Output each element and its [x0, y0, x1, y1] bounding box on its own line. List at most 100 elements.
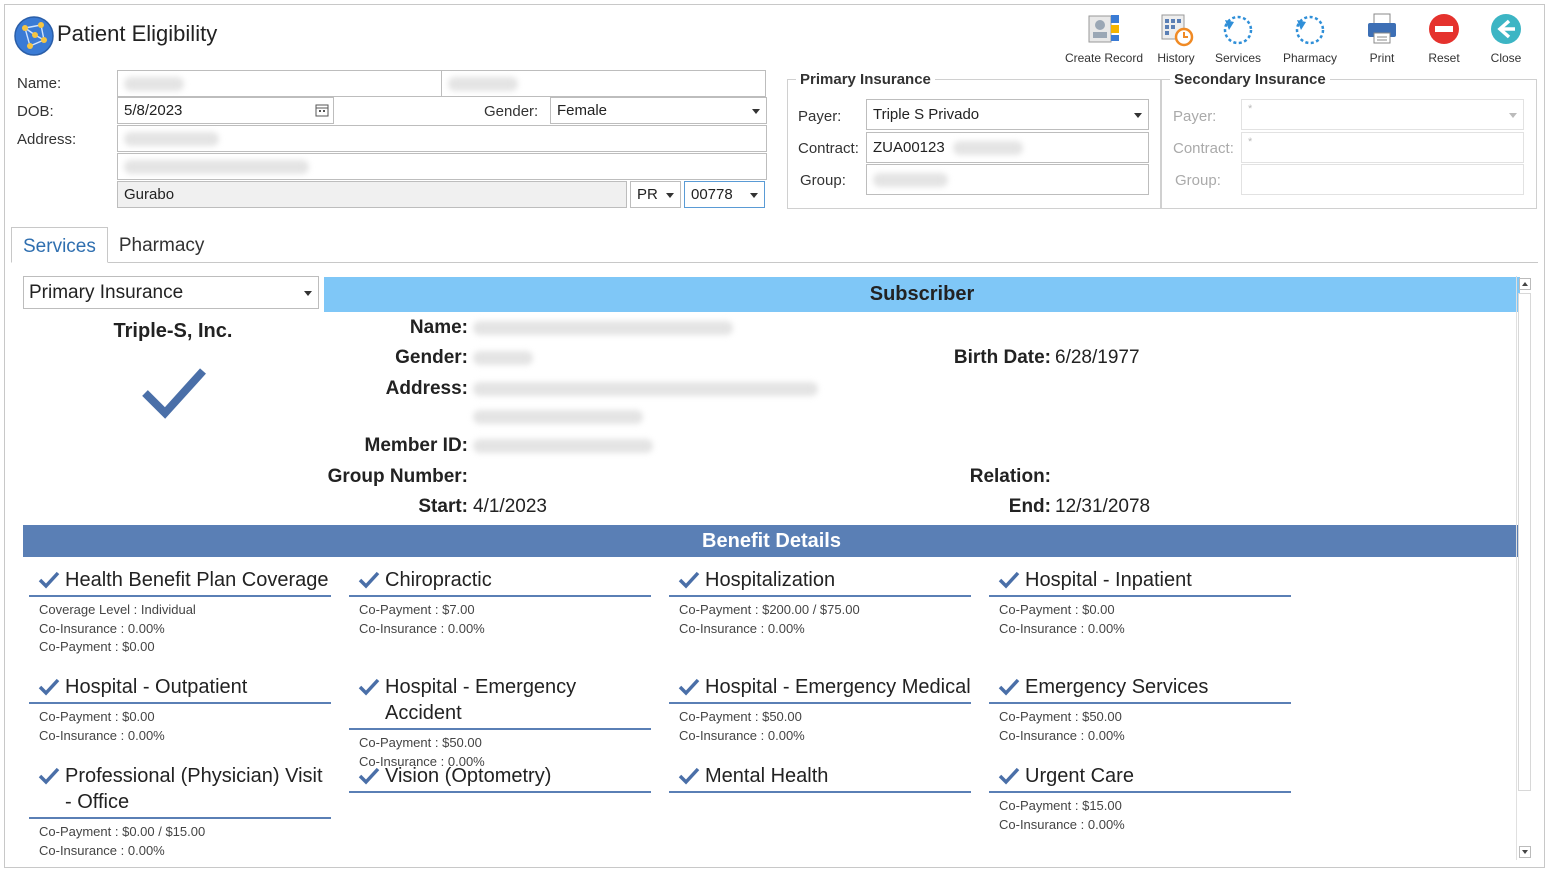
- history-button[interactable]: History: [1146, 9, 1206, 65]
- secondary-contract-field[interactable]: *: [1241, 132, 1524, 163]
- benefit-detail-line: Co-Insurance : 0.00%: [999, 727, 1125, 743]
- benefit-card: Hospital - Emergency Accident Co-Payment …: [349, 674, 651, 771]
- close-button[interactable]: Close: [1476, 9, 1536, 65]
- check-icon: [38, 678, 60, 696]
- secondary-group-field[interactable]: [1241, 164, 1524, 195]
- print-label: Print: [1369, 51, 1395, 65]
- benefit-card: Mental Health: [669, 763, 971, 797]
- benefit-detail-line: Co-Payment : $15.00: [999, 798, 1122, 813]
- secondary-contract-label: Contract:: [1173, 140, 1234, 157]
- eligible-check-icon: [142, 368, 206, 419]
- scrollbar-thumb[interactable]: [1518, 293, 1531, 791]
- benefit-details: Co-Payment : $7.00 Co-Insurance : 0.00%: [349, 601, 651, 638]
- benefit-card: Hospital - Emergency Medical Co-Payment :…: [669, 674, 971, 745]
- primary-contract-field[interactable]: ZUA00123: [866, 132, 1149, 163]
- city-value: Gurabo: [124, 186, 175, 203]
- primary-insurance-legend: Primary Insurance: [800, 71, 931, 88]
- primary-group-field[interactable]: [866, 164, 1149, 195]
- benefit-title-text: Mental Health: [705, 765, 829, 787]
- benefit-title-text: Hospitalization: [705, 569, 836, 591]
- check-icon: [38, 571, 60, 589]
- check-icon: [678, 571, 700, 589]
- birth-date-value: 6/28/1977: [1055, 347, 1140, 368]
- gender-select[interactable]: Female: [550, 97, 767, 124]
- benefit-title: Hospital - Emergency Accident: [349, 674, 651, 730]
- refresh-icon: [1223, 15, 1253, 45]
- scroll-up-icon[interactable]: [1519, 278, 1531, 290]
- benefit-details: Co-Payment : $50.00 Co-Insurance : 0.00%: [989, 708, 1291, 745]
- subscriber-gender-value: [473, 347, 533, 369]
- back-arrow-icon: [1491, 14, 1521, 44]
- subscriber-gender-label: Gender:: [395, 347, 468, 368]
- benefit-details: Co-Payment : $0.00 Co-Insurance : 0.00%: [29, 708, 331, 745]
- benefit-detail-line: Co-Insurance : 0.00%: [679, 620, 805, 636]
- subscriber-name-value: [473, 317, 733, 339]
- benefit-title-text: Hospital - Emergency Accident: [385, 676, 577, 724]
- benefit-detail-line: Co-Insurance : 0.00%: [39, 727, 165, 743]
- scroll-down-icon[interactable]: [1519, 846, 1531, 858]
- benefit-detail-line: Co-Payment : $0.00: [39, 639, 155, 654]
- benefit-title: Hospital - Emergency Medical: [669, 674, 971, 704]
- primary-group-label: Group:: [800, 172, 846, 189]
- subscriber-address-label: Address:: [385, 378, 468, 399]
- last-name-field[interactable]: [441, 70, 766, 97]
- tab-bar: Services Pharmacy: [11, 227, 215, 263]
- address-line2-field[interactable]: [117, 153, 767, 180]
- secondary-payer-label: Payer:: [1173, 108, 1217, 125]
- reset-label: Reset: [1428, 51, 1460, 65]
- city-field[interactable]: Gurabo: [117, 181, 627, 208]
- benefit-title: Professional (Physician) Visit - Office: [29, 763, 331, 819]
- benefit-detail-line: Co-Insurance : 0.00%: [359, 620, 485, 636]
- benefit-details: Co-Payment : $15.00 Co-Insurance : 0.00%: [989, 797, 1291, 834]
- coverage-select[interactable]: Primary Insurance: [23, 276, 319, 309]
- benefit-details: Co-Payment : $0.00 / $15.00 Co-Insurance …: [29, 823, 331, 860]
- refresh-icon: [1295, 15, 1325, 45]
- page-title: Patient Eligibility: [57, 21, 218, 46]
- benefit-detail-line: Co-Payment : $50.00: [999, 709, 1122, 724]
- primary-payer-select[interactable]: Triple S Privado: [866, 99, 1149, 130]
- benefit-detail-line: Co-Payment : $0.00: [999, 602, 1115, 617]
- secondary-payer-select[interactable]: *: [1241, 99, 1524, 130]
- member-id-label: Member ID:: [364, 435, 468, 456]
- benefit-title: Hospital - Inpatient: [989, 567, 1291, 597]
- reset-button[interactable]: Reset: [1414, 9, 1474, 65]
- benefit-title-text: Professional (Physician) Visit - Office: [65, 765, 323, 813]
- app-logo-icon: [14, 16, 54, 56]
- benefit-detail-line: Co-Payment : $200.00 / $75.00: [679, 602, 860, 617]
- secondary-payer-value: *: [1248, 103, 1253, 115]
- gender-label: Gender:: [484, 103, 539, 120]
- chevron-down-icon: [1509, 113, 1517, 118]
- gender-value: Female: [557, 102, 608, 119]
- zip-value: 00778: [691, 186, 733, 203]
- history-label: History: [1157, 51, 1195, 65]
- vertical-scrollbar[interactable]: [1516, 276, 1532, 860]
- benefit-detail-line: Co-Payment : $7.00: [359, 602, 475, 617]
- end-date-label: End:: [1008, 496, 1051, 517]
- zip-select[interactable]: 00778: [684, 181, 765, 208]
- address-line1-field[interactable]: [117, 125, 767, 152]
- address-label: Address:: [17, 131, 77, 148]
- primary-payer-value: Triple S Privado: [873, 106, 980, 123]
- calendar-icon[interactable]: [315, 103, 329, 117]
- print-button[interactable]: Print: [1352, 9, 1412, 65]
- check-icon: [678, 678, 700, 696]
- dob-field[interactable]: 5/8/2023: [117, 97, 334, 124]
- start-date-value: 4/1/2023: [473, 496, 547, 517]
- benefit-title-text: Health Benefit Plan Coverage: [65, 569, 329, 591]
- subscriber-name-label: Name:: [409, 317, 468, 338]
- services-button[interactable]: Services: [1208, 9, 1268, 65]
- create-record-button[interactable]: Create Record: [1064, 9, 1144, 65]
- check-icon: [998, 767, 1020, 785]
- first-name-field[interactable]: [117, 70, 442, 97]
- benefit-card: Emergency Services Co-Payment : $50.00 Co-…: [989, 674, 1291, 745]
- group-number-label: Group Number:: [327, 466, 468, 487]
- close-label: Close: [1490, 51, 1522, 65]
- chevron-down-icon: [304, 291, 312, 296]
- pharmacy-button[interactable]: Pharmacy: [1270, 9, 1350, 65]
- check-icon: [998, 678, 1020, 696]
- tab-services[interactable]: Services: [11, 227, 108, 263]
- tab-pharmacy[interactable]: Pharmacy: [108, 227, 216, 263]
- benefit-card: Vision (Optometry): [349, 763, 651, 797]
- secondary-insurance-legend: Secondary Insurance: [1174, 71, 1326, 88]
- state-select[interactable]: PR: [630, 181, 681, 208]
